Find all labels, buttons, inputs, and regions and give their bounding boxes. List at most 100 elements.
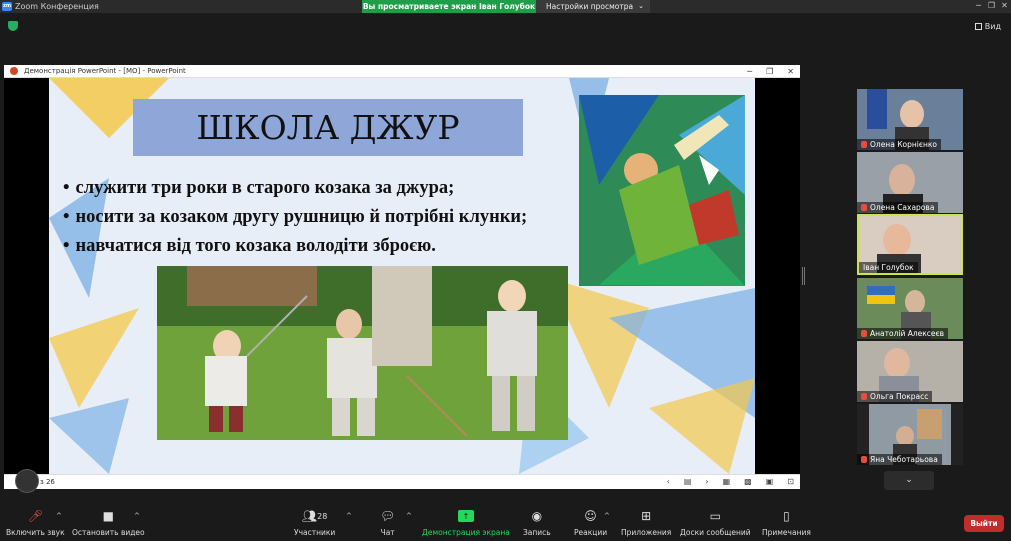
chat-options-chevron-icon[interactable]: ^	[406, 512, 412, 520]
panel-resize-handle[interactable]	[802, 267, 805, 285]
mic-muted-icon	[861, 456, 867, 463]
apps-icon: ⊞	[641, 509, 652, 523]
participant-name: Олена Сахарова	[857, 202, 939, 213]
mic-muted-icon	[861, 141, 867, 148]
whiteboards-button[interactable]: ▭ Доски сообщений	[680, 508, 751, 537]
bullet-item: служити три роки в старого козака за джу…	[63, 174, 593, 203]
slide-title: ШКОЛА ДЖУР	[196, 108, 460, 147]
sharing-banner: Вы просматриваете экран Іван Голубок	[362, 0, 536, 13]
ppt-title-bar: Демонстрація PowerPoint - [МО] - PowerPo…	[4, 65, 800, 78]
participant-tile-active-speaker[interactable]: Іван Голубок	[857, 214, 963, 275]
powerpoint-logo-icon	[10, 67, 18, 75]
slide: ШКОЛА ДЖУР служити три роки в старого ко…	[49, 78, 755, 474]
ppt-restore-icon[interactable]: ❐	[766, 65, 773, 78]
ppt-window-title: Демонстрація PowerPoint - [МО] - PowerPo…	[24, 67, 186, 75]
participants-button[interactable]: 👥︎ 28 Участники	[294, 508, 335, 537]
slide-sorter-icon[interactable]: ▩	[744, 477, 752, 486]
record-button[interactable]: ◉ Запись	[523, 508, 551, 537]
chat-button[interactable]: 💬︎ Чат	[380, 508, 395, 537]
reactions-options-chevron-icon[interactable]: ^	[604, 512, 610, 520]
participant-tile[interactable]: Олена Корнієнко	[857, 89, 963, 150]
minimize-icon[interactable]: ─	[972, 0, 985, 13]
normal-view-icon[interactable]: ▦	[723, 477, 731, 486]
participant-name-text: Яна Чеботарьова	[870, 455, 938, 464]
reactions-label: Реакции	[574, 528, 608, 537]
participant-name-text: Ольга Покрасс	[870, 392, 929, 401]
apps-label: Приложения	[621, 528, 672, 537]
ppt-minimize-icon[interactable]: ─	[747, 65, 752, 78]
notes-icon: ▯	[783, 509, 790, 523]
annotate-pen-icon[interactable]	[15, 469, 39, 493]
grid-icon	[974, 23, 982, 30]
ppt-window-controls: ─ ❐ ✕	[747, 65, 794, 78]
participant-tile[interactable]: Ольга Покрасс	[857, 341, 963, 402]
reactions-button[interactable]: ☺ Реакции	[574, 508, 607, 537]
video-camera-icon: ■	[102, 509, 114, 523]
notes-button[interactable]: ▯ Примечания	[762, 508, 811, 537]
stop-video-label: Остановить видео	[72, 528, 145, 537]
bullet-item: носити за козаком другу рушницю й потріб…	[63, 203, 593, 232]
reading-view-icon[interactable]: ▣	[766, 477, 774, 486]
slideshow-icon[interactable]: ⊡	[787, 477, 794, 486]
page-count: з 26	[40, 478, 55, 486]
smiley-icon: ☺	[584, 509, 597, 523]
participant-name-text: Олена Сахарова	[870, 203, 935, 212]
mic-muted-icon: 🎤︎	[27, 509, 43, 523]
participant-name: Іван Голубок	[859, 262, 918, 273]
more-participants-button[interactable]: ⌄	[884, 471, 934, 490]
share-screen-button[interactable]: ↑ Демонстрация экрана	[422, 508, 510, 537]
participant-name: Олена Корнієнко	[857, 139, 941, 150]
audio-options-chevron-icon[interactable]: ^	[56, 512, 62, 520]
share-screen-label: Демонстрация экрана	[422, 528, 510, 537]
participant-name: Анатолій Алексеєв	[857, 328, 949, 339]
bullet-item: навчатися від того козака володіти зброє…	[63, 232, 593, 261]
close-icon[interactable]: ✕	[998, 0, 1011, 13]
record-label: Запись	[523, 528, 551, 537]
leave-button[interactable]: Выйти	[964, 515, 1004, 532]
prev-slide-icon[interactable]: ‹	[667, 477, 670, 486]
view-options-button[interactable]: Настройки просмотра ⌄	[536, 0, 650, 13]
chat-bubble-icon: 💬︎	[380, 509, 396, 523]
record-icon: ◉	[531, 509, 543, 523]
restore-icon[interactable]: ❐	[985, 0, 998, 13]
window-controls: ─ ❐ ✕	[972, 0, 1011, 13]
slide-stage: ШКОЛА ДЖУР служити три роки в старого ко…	[4, 78, 800, 489]
participant-name-text: Олена Корнієнко	[870, 140, 937, 149]
app-title: Zoom Конференция	[15, 2, 99, 11]
slide-bullets: служити три роки в старого козака за джу…	[63, 174, 593, 261]
participant-name: Ольга Покрасс	[857, 391, 933, 402]
ppt-close-icon[interactable]: ✕	[787, 65, 794, 78]
zoom-logo-icon: zm	[2, 2, 12, 11]
ppt-status-bar: з 26 ‹ ▤ › ▦ ▩ ▣ ⊡	[4, 469, 800, 493]
meeting-toolbar: 🎤︎ Включить звук ^ ■ Остановить видео ^ …	[0, 500, 1011, 541]
view-button-label: Вид	[984, 22, 1001, 31]
participants-options-chevron-icon[interactable]: ^	[346, 512, 352, 520]
participant-tile[interactable]: Олена Сахарова	[857, 152, 963, 213]
whiteboard-icon: ▭	[709, 509, 721, 523]
chevron-down-icon: ⌄	[638, 2, 644, 10]
security-shield-icon[interactable]	[8, 21, 18, 31]
participants-count: 28	[317, 511, 328, 521]
participant-tile[interactable]: Анатолій Алексеєв	[857, 278, 963, 339]
title-bar: zm Zoom Конференция Вы просматриваете эк…	[0, 0, 1011, 13]
participant-tile[interactable]: Яна Чеботарьова	[857, 404, 963, 465]
powerpoint-window: Демонстрація PowerPoint - [МО] - PowerPo…	[4, 65, 800, 493]
status-bar-icons: ‹ ▤ › ▦ ▩ ▣ ⊡	[667, 477, 794, 486]
mic-muted-icon	[861, 330, 867, 337]
share-screen-icon: ↑	[457, 510, 474, 522]
cossack-artwork-image	[579, 95, 745, 286]
children-training-photo	[157, 266, 568, 440]
view-button[interactable]: Вид	[974, 22, 1001, 31]
notes-label: Примечания	[762, 528, 811, 537]
video-options-chevron-icon[interactable]: ^	[134, 512, 140, 520]
view-options-label: Настройки просмотра	[546, 2, 634, 11]
mic-muted-icon	[861, 393, 867, 400]
participants-label: Участники	[294, 528, 336, 537]
participants-icon: 👥︎ 28	[301, 509, 328, 523]
participant-name-text: Анатолій Алексеєв	[870, 329, 945, 338]
apps-button[interactable]: ⊞ Приложения	[621, 508, 671, 537]
next-slide-icon[interactable]: ›	[705, 477, 708, 486]
mic-muted-icon	[861, 204, 867, 211]
unmute-label: Включить звук	[6, 528, 65, 537]
slide-menu-icon[interactable]: ▤	[684, 477, 692, 486]
